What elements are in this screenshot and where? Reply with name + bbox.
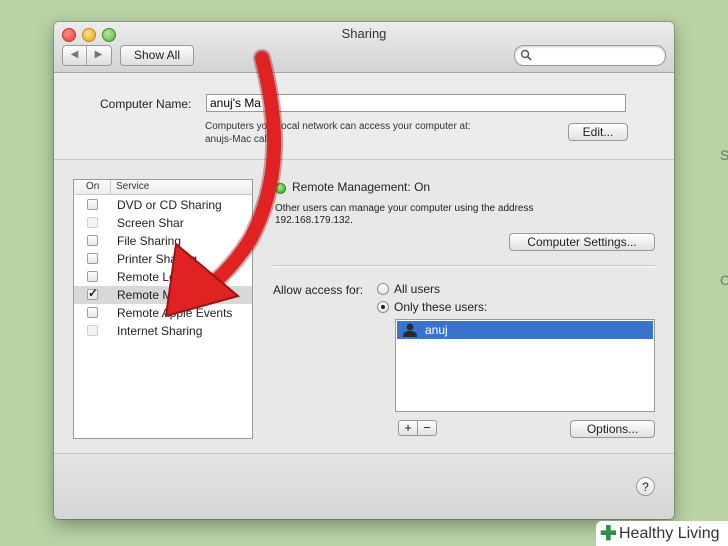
service-checkbox[interactable] xyxy=(87,217,98,228)
service-checkbox[interactable] xyxy=(87,235,98,246)
service-address: 192.168.179.132. xyxy=(275,215,353,226)
service-checkbox[interactable] xyxy=(87,271,98,282)
service-label: Remote Apple Events xyxy=(117,306,233,320)
search-input[interactable] xyxy=(537,47,661,64)
only-these-users-label[interactable]: Only these users: xyxy=(394,300,487,314)
service-row-screen-sharing[interactable]: Screen Shar xyxy=(74,214,252,232)
service-checkbox-checked[interactable] xyxy=(87,286,98,300)
computer-name-section: Computer Name: Computers your local netw… xyxy=(54,73,674,160)
service-row-remote-management[interactable]: Remote Management xyxy=(74,286,252,304)
service-row-internet-sharing[interactable]: Internet Sharing xyxy=(74,322,252,340)
search-field[interactable] xyxy=(514,45,666,66)
only-these-users-radio[interactable] xyxy=(377,301,389,313)
title-bar: Sharing ◀ ▶ Show All xyxy=(54,22,674,73)
service-row-dvd-sharing[interactable]: DVD or CD Sharing xyxy=(74,196,252,214)
computer-name-description: Computers your local network can access … xyxy=(205,121,471,132)
computer-name-input[interactable] xyxy=(206,94,626,112)
services-list: On Service DVD or CD Sharing Screen Shar… xyxy=(73,179,253,439)
forward-button[interactable]: ▶ xyxy=(87,46,110,65)
window-title: Sharing xyxy=(341,26,387,41)
service-row-remote-apple-events[interactable]: Remote Apple Events xyxy=(74,304,252,322)
user-row-selected[interactable]: anuj xyxy=(397,321,653,339)
service-label: Printer Sharing xyxy=(117,252,198,266)
services-list-header: On Service xyxy=(74,180,252,195)
column-divider xyxy=(110,180,111,194)
users-list: anuj xyxy=(395,319,655,412)
service-label: File Sharing xyxy=(117,234,182,248)
service-label: Remote Login xyxy=(117,270,192,284)
service-checkbox[interactable] xyxy=(87,199,98,210)
background-text-fragment-2: C xyxy=(720,272,728,288)
service-description: Other users can manage your computer usi… xyxy=(275,203,534,214)
status-indicator-icon xyxy=(275,183,286,194)
all-users-label[interactable]: All users xyxy=(394,282,440,296)
background-text-fragment-1: S xyxy=(720,147,728,163)
service-checkbox[interactable] xyxy=(87,307,98,318)
help-button[interactable]: ? xyxy=(636,477,655,496)
computer-settings-button[interactable]: Computer Settings... xyxy=(509,233,655,251)
column-header-on[interactable]: On xyxy=(86,181,99,192)
section-divider xyxy=(273,265,655,267)
edit-button[interactable]: Edit... xyxy=(568,123,628,141)
remove-user-button[interactable]: − xyxy=(417,420,437,436)
user-icon xyxy=(403,323,417,337)
service-checkbox[interactable] xyxy=(87,325,98,336)
service-label: Internet Sharing xyxy=(117,324,203,338)
plus-icon: ✚ xyxy=(600,523,617,545)
service-label: Screen Shar xyxy=(117,216,184,230)
service-row-file-sharing[interactable]: File Sharing xyxy=(74,232,252,250)
service-row-remote-login[interactable]: Remote Login xyxy=(74,268,252,286)
watermark-badge: ✚ Healthy Living xyxy=(596,521,728,546)
computer-name-label: Computer Name: xyxy=(100,97,192,111)
user-name: anuj xyxy=(425,323,448,337)
watermark-text: Healthy Living xyxy=(619,525,720,542)
service-row-printer-sharing[interactable]: Printer Sharing xyxy=(74,250,252,268)
options-button[interactable]: Options... xyxy=(570,420,655,438)
service-status: Remote Management: On xyxy=(292,180,431,194)
service-label: DVD or CD Sharing xyxy=(117,198,222,212)
allow-access-label: Allow access for: xyxy=(273,283,364,297)
nav-button-group: ◀ ▶ xyxy=(62,45,112,66)
all-users-radio[interactable] xyxy=(377,283,389,295)
sharing-window: Sharing ◀ ▶ Show All Computer Name: Comp… xyxy=(54,22,674,519)
search-icon xyxy=(520,49,532,61)
computer-local-hostname: anujs-Mac cal xyxy=(205,134,267,145)
service-label: Remote Management xyxy=(117,288,233,302)
service-checkbox[interactable] xyxy=(87,253,98,264)
show-all-button[interactable]: Show All xyxy=(120,45,194,66)
back-button[interactable]: ◀ xyxy=(63,46,87,65)
add-user-button[interactable]: + xyxy=(398,420,418,436)
bottom-bar xyxy=(54,453,674,519)
column-header-service[interactable]: Service xyxy=(116,181,149,192)
